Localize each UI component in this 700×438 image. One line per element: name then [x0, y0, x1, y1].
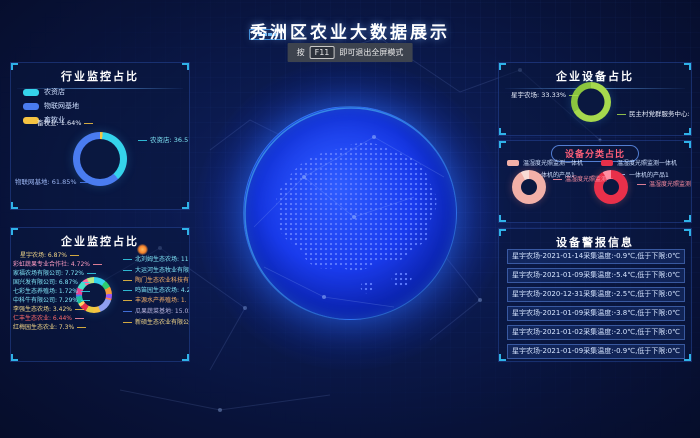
label-xingyu-farm: 星宇农场: 33.33%: [511, 92, 578, 99]
label-nongzidian: 农资店: 36.57%: [138, 137, 190, 144]
panel-industry-monitor: 行业监控占比 农资店 物联网基地 畜牧业 畜牧业: 1.64% 农资店: 36.…: [10, 62, 190, 210]
donut-hole: [521, 179, 537, 195]
label-wulianwang: 物联网基地: 61.85%: [15, 179, 89, 186]
panel-corner: [499, 141, 506, 148]
highlight-dot: [137, 244, 148, 255]
alarm-row: 星宇农场-2021-01-02采集温度:-2.0℃,低于下限:0℃: [507, 325, 685, 340]
enterprise-label: 鸣笛园生态农场: 4.299: [123, 288, 190, 294]
panel-corner: [182, 228, 189, 235]
industry-donut-chart[interactable]: [73, 132, 127, 186]
alarm-row: 星宇农场-2021-01-09采集温度:-3.8℃,低于下限:0℃: [507, 306, 685, 321]
enterprise-label: 北刘姆生态农场: 11.56%: [123, 257, 190, 263]
dashboard: 秀洲区农业大数据展示 按 F11 即可退出全屏模式 行业监控占比 农资店 物联网…: [0, 0, 700, 438]
legend-swatch-cyan: [23, 89, 39, 96]
enterprise-label: 彩虹蔬果专业合作社: 4.72%: [13, 262, 79, 268]
legend-swatch-red: [601, 160, 613, 166]
legend-swatch-blue: [23, 103, 39, 110]
legend-item-nongzidian[interactable]: 农资店: [23, 87, 79, 97]
globe-map: [244, 107, 457, 320]
legend-item-wulianwang[interactable]: 物联网基地: [23, 101, 79, 111]
enterprise-label: 李强生态农场: 3.42%: [13, 307, 79, 313]
panel-corner: [684, 354, 691, 361]
panel-corner: [182, 202, 189, 209]
label-xumuye: 畜牧业: 1.64%: [37, 120, 93, 127]
class-left-donut-chart[interactable]: [512, 170, 546, 204]
legend-label: 温湿度光照监测一体机: [523, 158, 583, 167]
panel-corner: [182, 354, 189, 361]
alarm-row: 星宇农场-2020-12-31采集温度:-2.5℃,低于下限:0℃: [507, 287, 685, 302]
panel-corner: [499, 128, 506, 135]
donut-hole: [80, 139, 120, 179]
donut-hole: [578, 89, 605, 116]
page-title: 秀洲区农业大数据展示: [0, 18, 700, 43]
panel-equipment-ratio: 企业设备占比 星宇农场: 33.33% 民主村党群服务中心:: [498, 62, 692, 136]
enterprise-label: 国兴发有限公司: 6.87%: [13, 280, 79, 286]
legend-swatch-salmon: [507, 160, 519, 166]
enterprise-label: 仁丰生态农业: 6.44%: [13, 316, 79, 322]
alarm-row: 星宇农场-2021-01-14采集温度:-0.9℃,低于下限:0℃: [507, 249, 685, 264]
enterprise-label: 红梅园生态农业: 7.3%: [13, 325, 79, 331]
enterprise-label: 陶门生态农业科技有限公: [123, 278, 190, 284]
panel-alarm-info: 设备警报信息 星宇农场-2021-01-14采集温度:-0.9℃,低于下限:0℃…: [498, 228, 692, 362]
enterprise-label: 星宇农场: 6.87%: [13, 253, 79, 259]
globe: [243, 106, 457, 320]
enterprise-label: 新硕生态农业有限公司: 6.879: [123, 320, 190, 326]
enterprise-label: 中科牛有限公司: 7.29%: [13, 298, 79, 304]
panel-corner: [11, 202, 18, 209]
alarm-row: 星宇农场-2021-01-09采集温度:-0.9℃,低于下限:0℃: [507, 344, 685, 359]
legend-label: 农资店: [44, 87, 65, 97]
enterprise-label: 家福农场有限公司: 7.72%: [13, 271, 79, 277]
panel-corner: [11, 354, 18, 361]
panel-corner: [684, 229, 691, 236]
panel-corner: [499, 354, 506, 361]
legend-label: 一体机的产品1: [629, 170, 669, 179]
panel-corner: [684, 63, 691, 70]
panel-corner: [182, 63, 189, 70]
enterprise-label: 瓜果蔬菜基地: 15.02%: [123, 309, 190, 315]
panel-corner: [684, 215, 691, 222]
enterprise-label: 七彩生态养殖场: 1.72%: [13, 289, 79, 295]
donut-hole: [82, 283, 106, 307]
legend-item[interactable]: 温湿度光照监测一体机: [507, 158, 583, 167]
enterprise-label: 丰源水产养殖场: 1.: [123, 298, 187, 304]
panel-device-classification: 设备分类占比 温湿度光照监测一体机 一体机的产品1 温湿度光照监测一体机 一体机…: [498, 140, 692, 223]
class-right-pointer-label: 温湿度光照监测一: [637, 179, 692, 188]
panel-title: 设备警报信息: [499, 229, 691, 250]
panel-corner: [499, 63, 506, 70]
legend-label: 物联网基地: [44, 101, 79, 111]
legend-item[interactable]: 温湿度光照监测一体机: [601, 158, 677, 167]
panel-corner: [499, 215, 506, 222]
class-left-pointer-label: 温湿度光照监测一: [553, 174, 613, 183]
panel-corner: [684, 128, 691, 135]
hint-prefix: 按: [297, 47, 305, 58]
panel-title: 行业监控占比: [11, 63, 189, 84]
panel-title: 企业设备占比: [499, 63, 691, 84]
panel-corner: [684, 141, 691, 148]
alarm-row: 星宇农场-2021-01-09采集温度:-5.4℃,低于下限:0℃: [507, 268, 685, 283]
enterprise-label: 大运河生态牧业有限责任公: [123, 268, 190, 274]
hint-suffix: 即可退出全屏模式: [339, 47, 403, 58]
panel-corner: [11, 63, 18, 70]
legend-label: 温湿度光照监测一体机: [617, 158, 677, 167]
panel-enterprise-monitor: 企业监控占比 星宇农场: 6.87% 彩虹蔬果专业合作社: 4.72% 家福农场…: [10, 227, 190, 362]
equipment-donut-chart[interactable]: [571, 82, 611, 122]
panel-title: 企业监控占比: [11, 228, 189, 249]
panel-corner: [11, 228, 18, 235]
fullscreen-hint: 按 F11 即可退出全屏模式: [288, 43, 413, 62]
panel-corner: [499, 229, 506, 236]
label-minzhu-center: 民主村党群服务中心:: [617, 111, 690, 118]
f11-key: F11: [310, 46, 335, 59]
